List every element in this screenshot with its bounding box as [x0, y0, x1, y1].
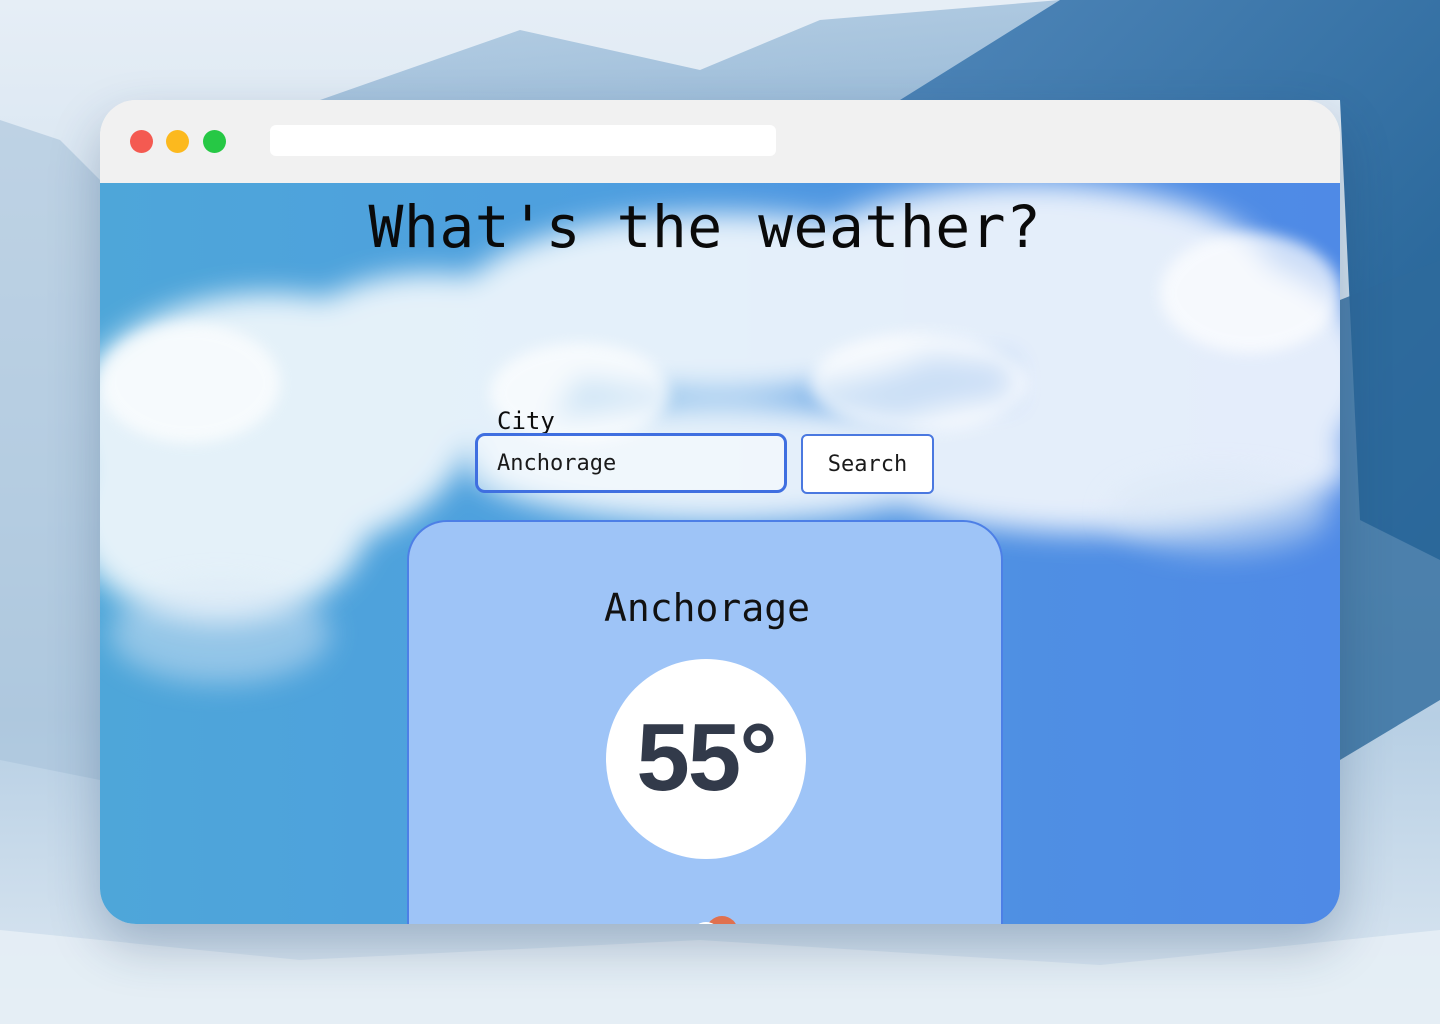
search-button[interactable]: Search — [801, 434, 934, 494]
temperature-badge: 55° — [606, 659, 806, 859]
temperature-value: 55° — [636, 704, 777, 811]
browser-window: What's the weather? City Search Anchorag… — [100, 100, 1340, 924]
page-viewport: What's the weather? City Search Anchorag… — [100, 183, 1340, 924]
address-bar[interactable] — [270, 125, 776, 156]
cloud-rain-sun-icon — [698, 916, 736, 924]
window-close-button[interactable] — [130, 130, 153, 153]
city-label: City — [497, 407, 555, 435]
card-city-name: Anchorage — [604, 586, 810, 630]
window-minimize-button[interactable] — [166, 130, 189, 153]
browser-title-bar — [100, 100, 1340, 183]
window-maximize-button[interactable] — [203, 130, 226, 153]
weather-card: Anchorage 55° — [407, 520, 1003, 924]
city-input[interactable] — [475, 433, 787, 493]
page-title: What's the weather? — [368, 193, 1042, 261]
